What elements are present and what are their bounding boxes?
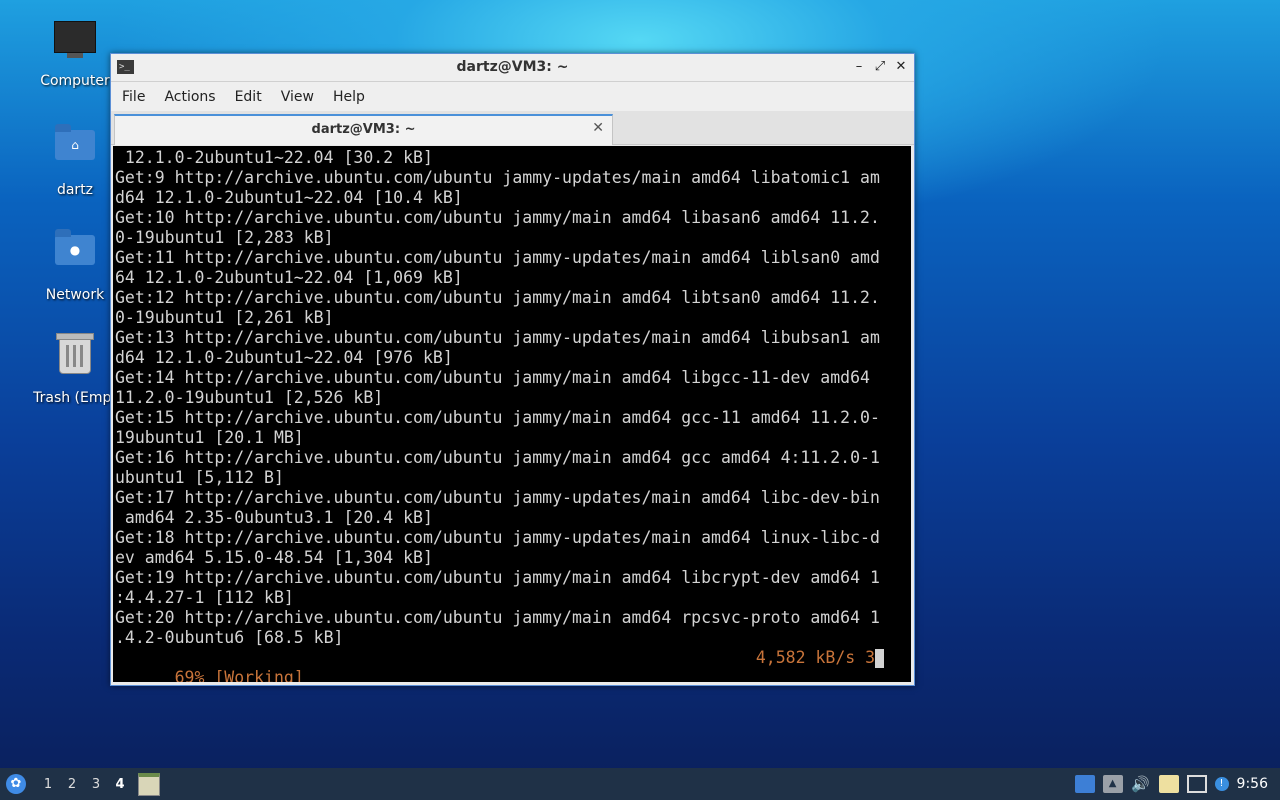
window-title: dartz@VM3: ~ — [456, 59, 569, 75]
tab-bar: dartz@VM3: ~ ✕ — [111, 111, 914, 145]
taskbar: ✿ 1 2 3 4 ▲ 🔊 ! 9:56 — [0, 768, 1280, 800]
close-button[interactable]: ✕ — [892, 58, 910, 76]
trash-icon — [51, 333, 99, 386]
apt-progress-line: 69% [Working] 4,582 kB/s 3s — [115, 648, 885, 682]
workspace-2[interactable]: 2 — [60, 777, 84, 792]
tab-title: dartz@VM3: ~ — [311, 122, 416, 137]
menu-file[interactable]: File — [114, 89, 153, 105]
clipboard-icon[interactable] — [1158, 775, 1179, 793]
network-icon[interactable] — [1186, 775, 1207, 793]
terminal-cursor — [875, 649, 884, 668]
progress-status: 69% [Working] — [174, 668, 304, 682]
terminal-output[interactable]: 12.1.0-2ubuntu1~22.04 [30.2 kB] Get:9 ht… — [113, 146, 911, 682]
menu-help[interactable]: Help — [325, 89, 373, 105]
terminal-window: >_ dartz@VM3: ~ – ⤢ ✕ File Actions Edit … — [110, 53, 915, 686]
workspace-1[interactable]: 1 — [36, 777, 60, 792]
upload-icon[interactable]: ▲ — [1102, 775, 1123, 793]
system-tray: ▲ 🔊 ! 9:56 — [1074, 768, 1280, 800]
show-desktop-icon[interactable] — [1074, 775, 1095, 793]
window-titlebar[interactable]: >_ dartz@VM3: ~ – ⤢ ✕ — [111, 54, 914, 82]
app-menu-icon[interactable]: ✿ — [6, 774, 26, 794]
minimize-button[interactable]: – — [850, 58, 868, 76]
workspace-3[interactable]: 3 — [84, 777, 108, 792]
workspace-4[interactable]: 4 — [108, 777, 132, 792]
menu-view[interactable]: View — [273, 89, 322, 105]
menu-edit[interactable]: Edit — [227, 89, 270, 105]
volume-icon[interactable]: 🔊 — [1131, 775, 1151, 793]
terminal-text: 12.1.0-2ubuntu1~22.04 [30.2 kB] Get:9 ht… — [115, 148, 880, 647]
menu-bar: File Actions Edit View Help — [111, 82, 914, 111]
tab-close-button[interactable]: ✕ — [592, 120, 604, 136]
computer-icon — [51, 21, 99, 69]
update-notifier-icon[interactable]: ! — [1214, 777, 1229, 791]
download-speed: 4,582 kB/s 3s — [755, 648, 885, 667]
home-folder-icon: ⌂ — [51, 124, 99, 178]
terminal-tab[interactable]: dartz@VM3: ~ ✕ — [114, 114, 613, 145]
terminal-task-icon[interactable] — [138, 772, 160, 796]
maximize-button[interactable]: ⤢ — [871, 58, 889, 76]
network-folder-icon: ● — [51, 229, 99, 283]
menu-actions[interactable]: Actions — [156, 89, 223, 105]
clock[interactable]: 9:56 — [1237, 776, 1268, 792]
